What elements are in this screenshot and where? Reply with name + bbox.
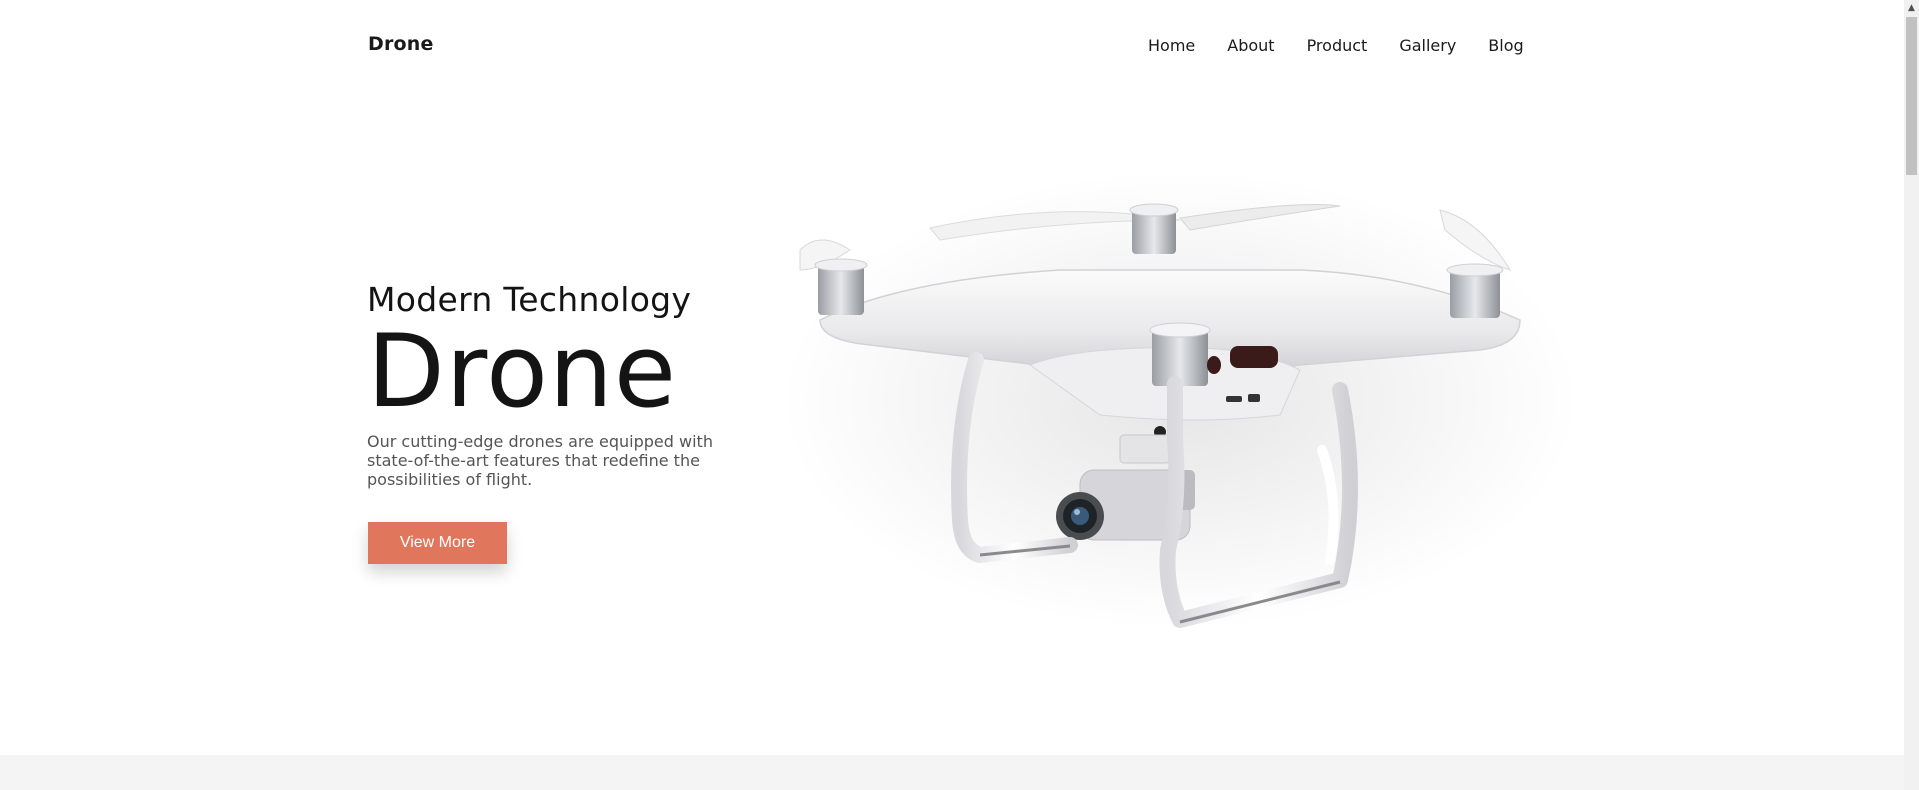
scroll-thumb[interactable] [1906, 17, 1917, 175]
hero-description: Our cutting-edge drones are equipped wit… [367, 432, 713, 489]
drone-product-image [780, 170, 1580, 630]
nav-item-about[interactable]: About [1227, 36, 1274, 56]
view-more-button[interactable]: View More [368, 522, 507, 564]
brand-logo[interactable]: Drone [368, 33, 434, 55]
next-section-band [0, 755, 1904, 790]
vertical-scrollbar[interactable]: ▲ [1904, 0, 1919, 790]
nav-item-product[interactable]: Product [1307, 36, 1368, 56]
page: Drone Home About Product Gallery Blog Mo… [0, 0, 1904, 790]
scroll-up-arrow-icon[interactable]: ▲ [1904, 0, 1919, 15]
hero-headline: Drone [367, 312, 678, 430]
nav-item-gallery[interactable]: Gallery [1399, 36, 1456, 56]
nav-item-blog[interactable]: Blog [1488, 36, 1523, 56]
nav-item-home[interactable]: Home [1148, 36, 1195, 56]
main-nav: Home About Product Gallery Blog [1148, 36, 1524, 56]
